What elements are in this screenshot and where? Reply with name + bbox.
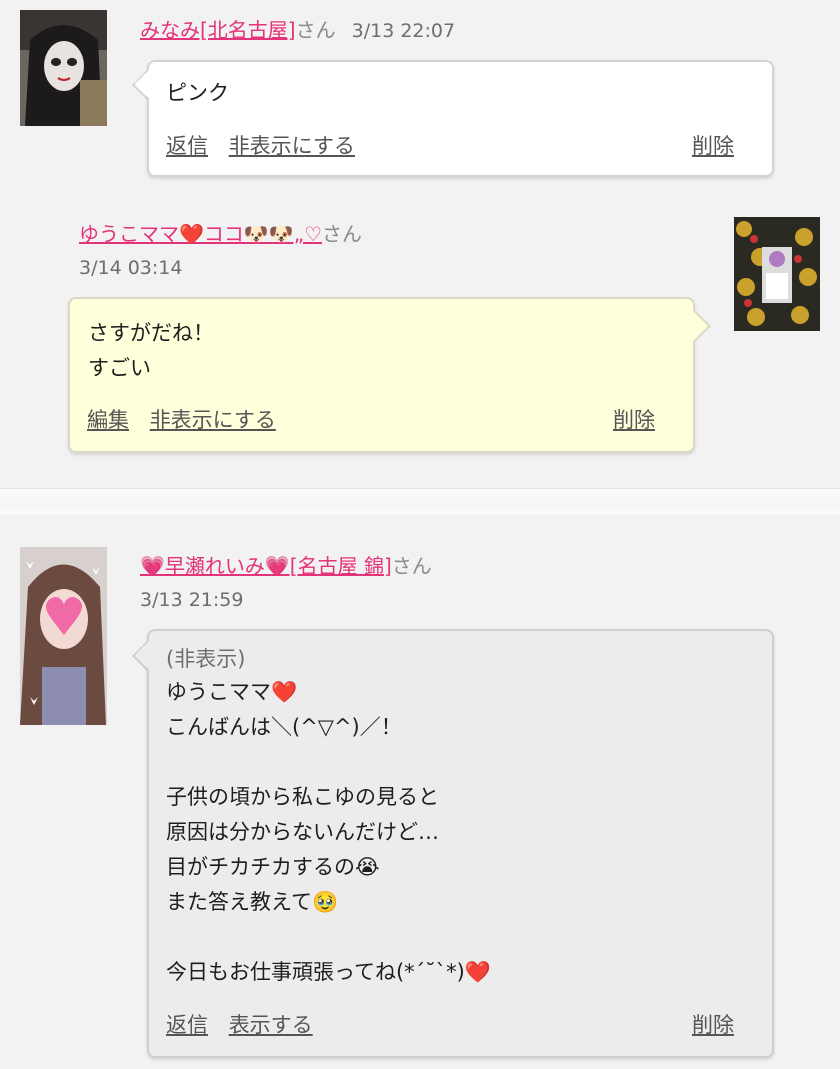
comment-actions: 編集 非表示にする <box>87 404 290 434</box>
hide-link[interactable]: 非表示にする <box>229 134 355 158</box>
user-photo-icon <box>20 10 107 126</box>
comment-actions: 返信 非表示にする <box>166 130 369 160</box>
comment-date: 3/13 21:59 <box>140 589 244 611</box>
reply-link[interactable]: 返信 <box>166 1013 208 1037</box>
delete-link[interactable]: 削除 <box>692 130 734 160</box>
comment-thread-2: 💗早瀬れいみ💗[名古屋 錦]さん 3/13 21:59 (非表示) ゆうこママ❤… <box>0 515 840 1069</box>
delete-link[interactable]: 削除 <box>692 1009 734 1039</box>
honorific-label: さん <box>295 18 336 42</box>
comment-date: 3/13 22:07 <box>351 20 456 42</box>
delete-link[interactable]: 削除 <box>613 404 655 434</box>
comment-thread-1: みなみ[北名古屋]さん 3/13 22:07 ピンク 返信 非表示にする 削除 ゆ… <box>0 0 840 488</box>
avatar[interactable] <box>20 10 107 126</box>
comment-text: ピンク <box>166 81 229 105</box>
show-link[interactable]: 表示する <box>229 1013 313 1037</box>
comment-header: みなみ[北名古屋]さん 3/13 22:07 <box>140 14 455 43</box>
thread-divider <box>0 488 840 516</box>
user-photo-icon <box>20 547 107 725</box>
flower-stand-photo-icon <box>734 217 820 331</box>
commenter-name-link[interactable]: 💗早瀬れいみ💗[名古屋 錦] <box>140 554 392 578</box>
edit-link[interactable]: 編集 <box>87 408 129 432</box>
avatar[interactable] <box>734 217 820 331</box>
commenter-name-link[interactable]: ゆうこママ❤️ココ🐶🐶„♡ <box>79 222 322 246</box>
hide-link[interactable]: 非表示にする <box>150 408 276 432</box>
reply-link[interactable]: 返信 <box>166 134 208 158</box>
comment-actions: 返信 表示する <box>166 1009 327 1039</box>
comment-text: ゆうこママ❤️ こんばんは＼(^▽^)／！ 子供の頃から私こゆの見ると 原因は分… <box>166 680 491 984</box>
avatar[interactable] <box>20 547 107 725</box>
comment-header: 💗早瀬れいみ💗[名古屋 錦]さん <box>140 550 432 579</box>
honorific-label: さん <box>391 554 432 578</box>
comment-text: さすがだね！ すごい <box>88 321 214 380</box>
comment-header: ゆうこママ❤️ココ🐶🐶„♡さん <box>79 218 362 247</box>
honorific-label: さん <box>322 222 362 246</box>
hidden-status-label: (非表示) <box>166 647 246 671</box>
comment-date: 3/14 03:14 <box>79 257 183 279</box>
commenter-name-link[interactable]: みなみ[北名古屋] <box>140 18 296 42</box>
